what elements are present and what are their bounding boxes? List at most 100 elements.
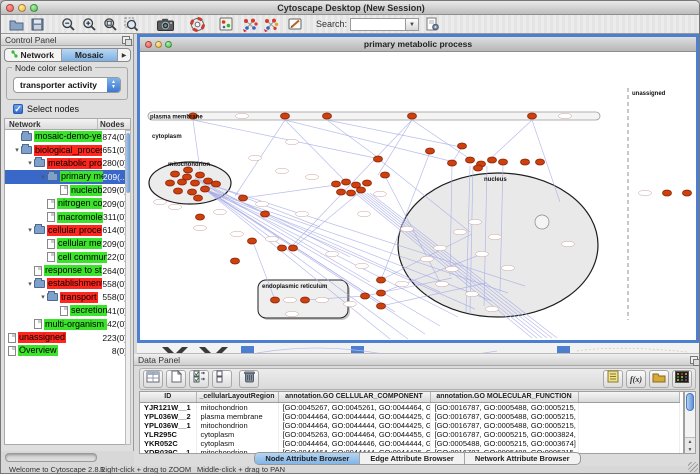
network-node[interactable] <box>426 148 435 154</box>
network-node[interactable] <box>499 159 508 165</box>
network-node[interactable] <box>332 181 341 187</box>
network-node-label[interactable] <box>434 245 447 250</box>
tree-row[interactable]: Overview8(0) <box>5 344 130 357</box>
create-attribute-button[interactable] <box>166 370 186 388</box>
attribute-editor-button[interactable] <box>603 370 623 388</box>
network-node[interactable] <box>194 195 203 201</box>
table-row[interactable]: YPL036W__1mitochondrion[GO:0044464, GO:0… <box>140 421 680 430</box>
save-session-button[interactable] <box>27 16 48 33</box>
network-edge[interactable] <box>285 120 450 161</box>
network-node[interactable] <box>377 303 386 309</box>
network-node-label[interactable] <box>446 266 459 271</box>
network-node-label[interactable] <box>276 168 289 173</box>
matrix-view-button[interactable] <box>672 370 692 388</box>
network-node[interactable] <box>174 188 183 194</box>
network-node[interactable] <box>347 190 356 196</box>
tab-network[interactable]: Network <box>5 49 62 61</box>
tree-scroll-thumb[interactable] <box>126 133 130 193</box>
net-minimize-icon[interactable] <box>155 41 162 48</box>
column-network[interactable]: Network <box>5 119 98 129</box>
tree-row[interactable]: mosaic-demo-yeast874(0) <box>5 130 130 143</box>
network-node-label[interactable] <box>356 263 369 268</box>
network-node-label[interactable] <box>486 306 499 311</box>
table-row[interactable]: YJR121W__1mitochondrion[GO:0045267, GO:0… <box>140 402 680 412</box>
help-button[interactable] <box>187 16 208 33</box>
network-node[interactable] <box>212 181 221 187</box>
minimize-icon[interactable] <box>18 4 26 12</box>
network-node-label[interactable] <box>559 113 572 118</box>
tree-row[interactable]: nitrogen compo209(0) <box>5 197 130 210</box>
tree-scrollbar[interactable] <box>125 130 131 445</box>
float-panel-icon[interactable] <box>122 36 130 44</box>
tree-row[interactable]: ▾cellular process614(0) <box>5 224 130 237</box>
network-node-label[interactable] <box>436 281 449 286</box>
network-node-label[interactable] <box>249 155 262 160</box>
network-node[interactable] <box>278 245 287 251</box>
table-row[interactable]: YLR295Ccytoplasm[GO:0045263, GO:0044464,… <box>140 430 680 439</box>
network-node[interactable] <box>301 297 310 303</box>
column-header[interactable]: ID <box>140 392 196 402</box>
network-node[interactable] <box>357 187 366 193</box>
network-node[interactable] <box>191 180 200 186</box>
close-icon[interactable] <box>6 4 14 12</box>
network-node-label[interactable] <box>169 204 182 209</box>
visual-mapper-button[interactable] <box>215 16 236 33</box>
network-node-label[interactable] <box>256 201 269 206</box>
table-scroll-arrows[interactable]: ▲▼ <box>685 437 695 453</box>
select-attributes-button[interactable] <box>143 370 163 388</box>
network-node[interactable] <box>408 113 417 119</box>
network-node[interactable] <box>377 277 386 283</box>
column-header[interactable]: annotation.GO CELLULAR_COMPONENT <box>278 392 430 402</box>
tree-row[interactable]: macromolecule311(0) <box>5 210 130 223</box>
tab-mosaic[interactable]: Mosaic <box>62 49 119 61</box>
net-close-icon[interactable] <box>145 41 152 48</box>
network-node[interactable] <box>188 189 197 195</box>
network-node[interactable] <box>466 157 475 163</box>
zoom-to-fit-button[interactable] <box>100 16 121 33</box>
zoom-out-button[interactable] <box>58 16 79 33</box>
search-input[interactable] <box>350 18 406 31</box>
network-node[interactable] <box>337 189 346 195</box>
open-file-button[interactable] <box>6 16 27 33</box>
network-node[interactable] <box>271 297 280 303</box>
network-node[interactable] <box>342 179 351 185</box>
export-snapshot-button[interactable] <box>155 16 176 33</box>
network-node-label[interactable] <box>154 199 167 204</box>
network-node-label[interactable] <box>326 251 339 256</box>
network-node[interactable] <box>474 165 483 171</box>
column-nodes[interactable]: Nodes <box>98 119 130 129</box>
network-edge[interactable] <box>193 120 380 159</box>
browser-tab-0[interactable]: Node Attribute Browser <box>255 453 360 464</box>
tree-row[interactable]: ▾metabolic process280(0) <box>5 157 130 170</box>
formula-builder-button[interactable]: f(x) <box>626 370 646 388</box>
disclosure-triangle-icon[interactable]: ▾ <box>26 226 34 234</box>
network-node[interactable] <box>528 113 537 119</box>
network-node[interactable] <box>248 238 257 244</box>
tree-row[interactable]: ▾primary metabo209(... <box>5 170 130 183</box>
tree-row[interactable]: ▾biological_process651(0) <box>5 143 130 156</box>
network-edge[interactable] <box>200 182 370 282</box>
network-node-label[interactable] <box>489 234 502 239</box>
titlebar[interactable]: Cytoscape Desktop (New Session) <box>1 1 700 15</box>
network-node[interactable] <box>261 211 270 217</box>
layout-edges-button[interactable] <box>260 16 281 33</box>
disclosure-triangle-icon[interactable]: ▾ <box>26 280 34 288</box>
browser-tab-2[interactable]: Network Attribute Browser <box>465 453 580 464</box>
tree-row[interactable]: secretion41(0) <box>5 304 130 317</box>
network-node-label[interactable] <box>306 174 319 179</box>
network-node-label[interactable] <box>344 301 357 306</box>
import-attributes-button[interactable] <box>649 370 669 388</box>
network-edge[interactable] <box>285 120 345 181</box>
network-node-label[interactable] <box>396 281 409 286</box>
disclosure-triangle-icon[interactable]: ▾ <box>26 159 34 167</box>
network-node[interactable] <box>381 172 390 178</box>
tree-row[interactable]: ▾establishment of lo558(0) <box>5 277 130 290</box>
network-node-label[interactable] <box>236 113 249 118</box>
disclosure-triangle-icon[interactable]: ▾ <box>39 293 47 301</box>
select-all-attributes-button[interactable] <box>189 370 209 388</box>
network-node-label[interactable] <box>286 311 299 316</box>
network-node-label[interactable] <box>358 211 371 216</box>
network-node[interactable] <box>239 195 248 201</box>
network-window-titlebar[interactable]: primary metabolic process <box>140 37 696 52</box>
zoom-in-button[interactable] <box>79 16 100 33</box>
